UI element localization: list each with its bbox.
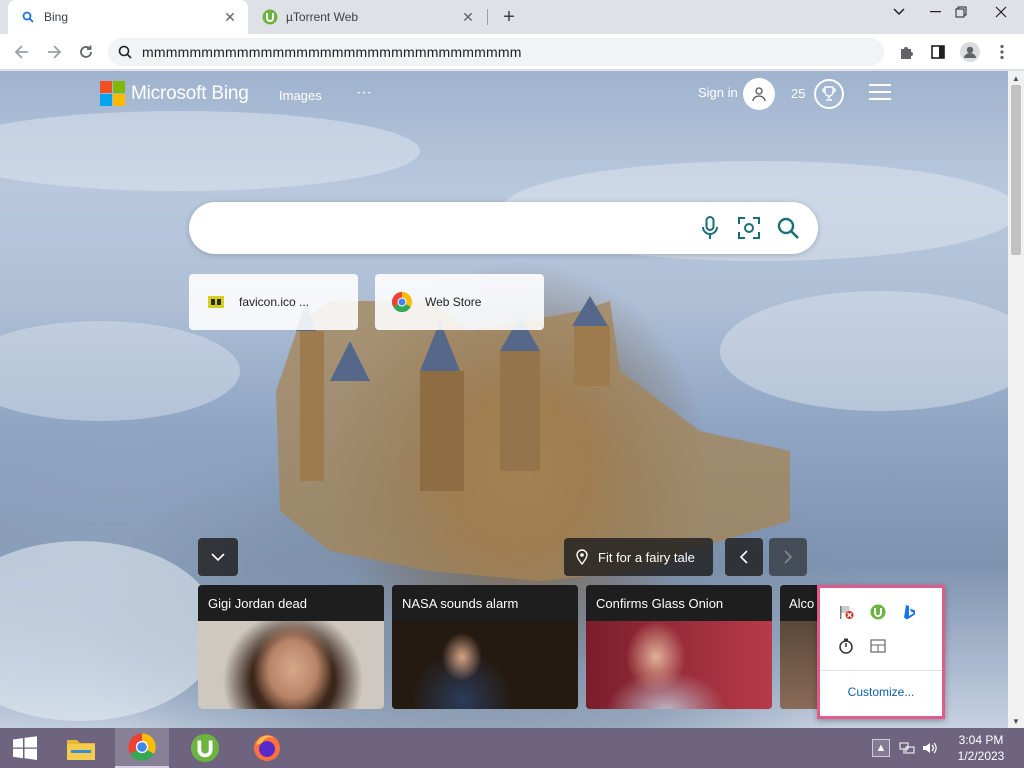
- display-tray-icon[interactable]: [868, 636, 888, 656]
- nav-more-dots[interactable]: ···: [356, 84, 372, 102]
- start-windows-icon[interactable]: [0, 728, 50, 768]
- news-headline: NASA sounds alarm: [392, 585, 578, 621]
- tab-separator: [487, 9, 488, 25]
- new-tab-icon[interactable]: +: [498, 6, 520, 28]
- news-image: [392, 621, 578, 709]
- close-window-icon[interactable]: [984, 0, 1018, 24]
- utorrent-tray-icon[interactable]: [868, 602, 888, 622]
- tile-label: Web Store: [425, 295, 482, 309]
- caption-text: Fit for a fairy tale: [598, 549, 695, 565]
- news-card[interactable]: Alco: [780, 585, 820, 709]
- search-icon: [118, 45, 132, 59]
- profile-icon[interactable]: [958, 40, 982, 64]
- address-text: mmmmmmmmmmmmmmmmmmmmmmmmmmmmmmmm: [142, 44, 522, 60]
- chrome-web-store-icon: [391, 291, 413, 313]
- address-bar[interactable]: mmmmmmmmmmmmmmmmmmmmmmmmmmmmmmmm: [108, 38, 884, 66]
- microphone-icon[interactable]: [697, 215, 723, 241]
- visual-search-icon[interactable]: [736, 215, 762, 241]
- timer-tray-icon[interactable]: [836, 636, 856, 656]
- scroll-up-arrow-icon[interactable]: ▲: [1008, 71, 1024, 85]
- rewards-trophy-icon[interactable]: [814, 79, 844, 109]
- more-menu-icon[interactable]: [990, 40, 1014, 64]
- news-card[interactable]: Confirms Glass Onion: [586, 585, 772, 709]
- tab-search-chevron-icon[interactable]: [882, 0, 916, 24]
- sign-in-link[interactable]: Sign in: [698, 85, 738, 100]
- bing-tray-icon[interactable]: [900, 602, 920, 622]
- microsoft-logo-icon: [100, 81, 125, 106]
- show-hidden-icons-chevron[interactable]: ▲: [872, 739, 890, 757]
- rewards-points[interactable]: 25: [791, 86, 805, 101]
- tab-strip: Bing ✕ µTorrent Web ✕ +: [0, 0, 1024, 34]
- search-icon[interactable]: [775, 215, 801, 241]
- search-box[interactable]: [189, 202, 818, 254]
- bing-logo[interactable]: Microsoft Bing: [100, 81, 249, 106]
- side-panel-icon[interactable]: [926, 40, 950, 64]
- scroll-down-arrow-icon[interactable]: ▼: [1008, 714, 1024, 728]
- news-card[interactable]: Gigi Jordan dead: [198, 585, 384, 709]
- browser-toolbar: mmmmmmmmmmmmmmmmmmmmmmmmmmmmmmmm: [0, 34, 1024, 70]
- user-avatar-icon[interactable]: [743, 78, 775, 110]
- news-headline: Confirms Glass Onion: [586, 585, 772, 621]
- image-caption[interactable]: Fit for a fairy tale: [564, 538, 713, 576]
- tab-title: Bing: [44, 10, 69, 24]
- news-headline: Gigi Jordan dead: [198, 585, 384, 621]
- tab-utorrent[interactable]: µTorrent Web ✕: [250, 0, 486, 34]
- firefox-taskbar-icon[interactable]: [240, 728, 294, 768]
- news-image: [586, 621, 772, 709]
- tab-close-icon[interactable]: ✕: [458, 7, 478, 27]
- file-explorer-icon[interactable]: [54, 728, 108, 768]
- tray-overflow-popup: Customize...: [817, 585, 945, 719]
- customize-link[interactable]: Customize...: [820, 685, 942, 699]
- network-icon[interactable]: [898, 740, 916, 756]
- previous-image-icon[interactable]: [725, 538, 763, 576]
- next-image-icon[interactable]: [769, 538, 807, 576]
- logo-text: Microsoft Bing: [131, 82, 249, 104]
- scrollbar-thumb[interactable]: [1011, 85, 1021, 255]
- clock-date: 1/2/2023: [957, 749, 1005, 763]
- vertical-scrollbar[interactable]: ▲ ▼: [1008, 71, 1024, 728]
- defender-flag-icon[interactable]: [836, 602, 856, 622]
- taskbar: ▲ 3:04 PM 1/2/2023: [0, 728, 1024, 768]
- clock-time: 3:04 PM: [958, 733, 1004, 747]
- utorrent-taskbar-icon[interactable]: [178, 728, 232, 768]
- nav-images-link[interactable]: Images: [279, 88, 322, 103]
- news-image: [780, 621, 820, 709]
- taskbar-clock[interactable]: 3:04 PM 1/2/2023: [946, 732, 1016, 764]
- tab-close-icon[interactable]: ✕: [220, 7, 240, 27]
- forward-arrow-icon[interactable]: [42, 40, 66, 64]
- news-headline: Alco: [780, 585, 820, 621]
- news-image: [198, 621, 384, 709]
- location-pin-icon: [576, 549, 588, 565]
- popup-divider: [820, 670, 942, 671]
- news-card[interactable]: NASA sounds alarm: [392, 585, 578, 709]
- volume-icon[interactable]: [920, 740, 938, 756]
- tab-title: µTorrent Web: [286, 10, 359, 24]
- chrome-taskbar-icon[interactable]: [115, 728, 169, 768]
- reload-icon[interactable]: [74, 40, 98, 64]
- collapse-feed-chevron-icon[interactable]: [198, 538, 238, 576]
- restore-icon[interactable]: [944, 0, 978, 24]
- bing-search-icon: [20, 9, 36, 25]
- utorrent-icon: [262, 9, 278, 25]
- quick-link-web-store[interactable]: Web Store: [375, 274, 544, 330]
- tab-bing[interactable]: Bing ✕: [8, 0, 248, 34]
- back-arrow-icon[interactable]: [10, 40, 34, 64]
- quick-link-favicon[interactable]: favicon.ico ...: [189, 274, 358, 330]
- tile-label: favicon.ico ...: [239, 295, 310, 309]
- hamburger-menu-icon[interactable]: [869, 84, 891, 102]
- extensions-icon[interactable]: [894, 40, 918, 64]
- favicon-file-icon: [205, 291, 227, 313]
